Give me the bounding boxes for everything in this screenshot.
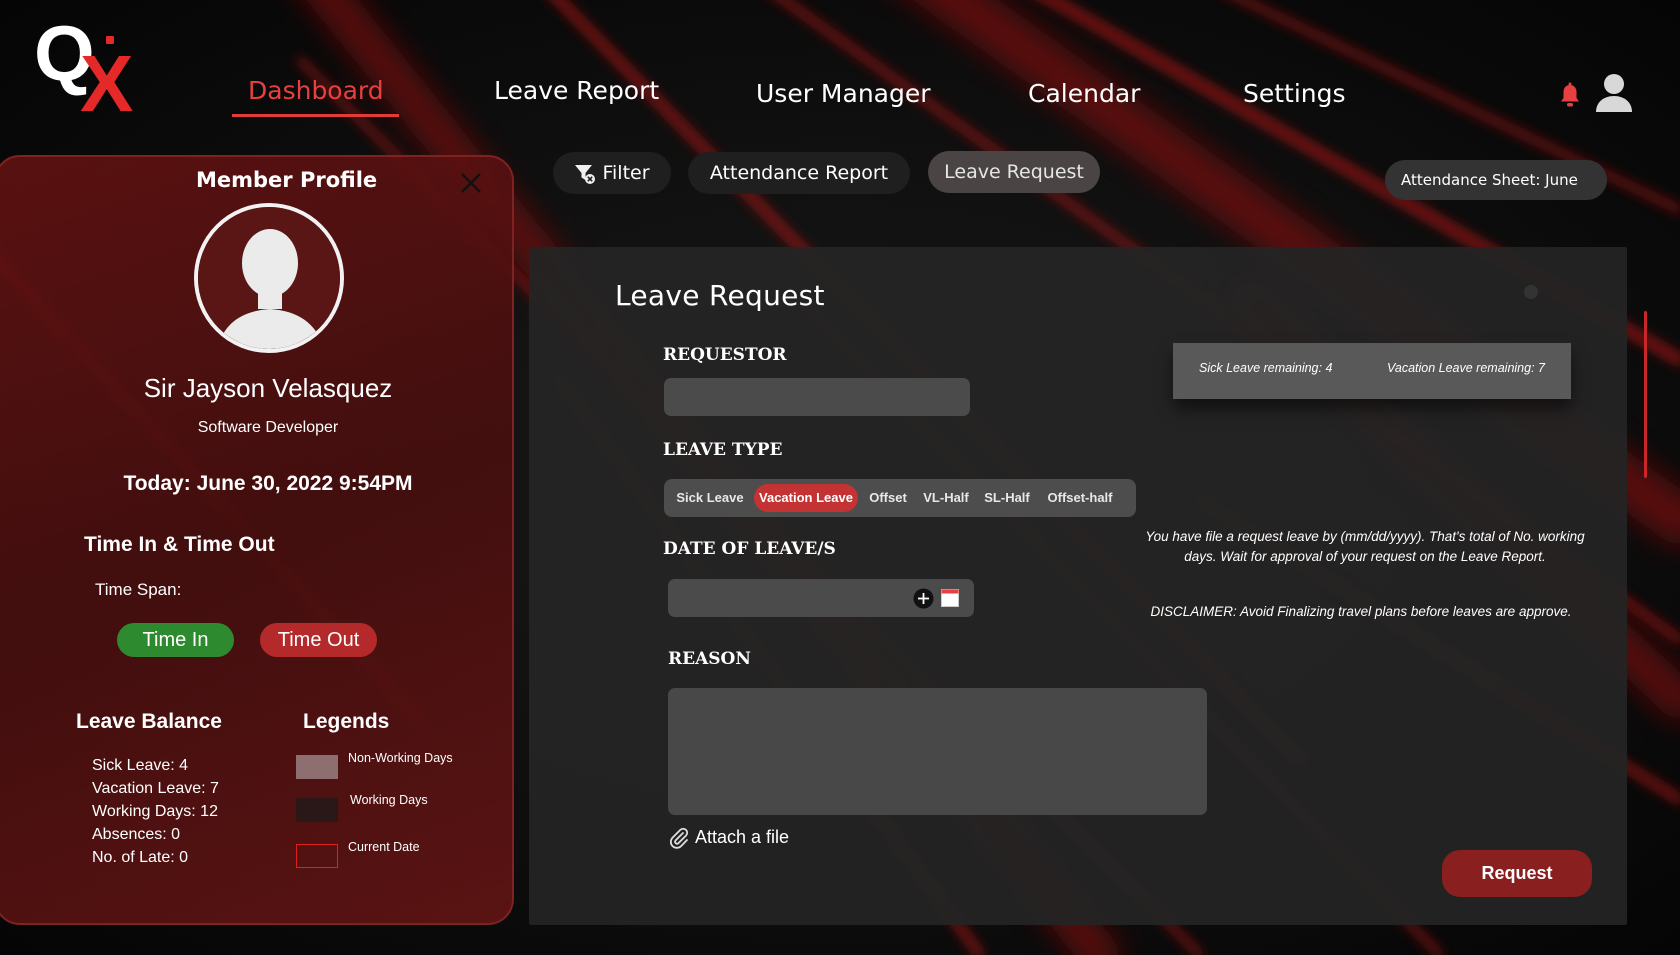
user-silhouette-icon xyxy=(198,207,340,349)
sick-remaining-text: Sick Leave remaining: 4 xyxy=(1199,361,1333,375)
leave-type-sick-leave[interactable]: Sick Leave xyxy=(672,484,748,512)
leave-remaining-box: Sick Leave remaining: 4 Vacation Leave r… xyxy=(1173,343,1571,399)
legend-non-working-days: Non-Working Days xyxy=(296,751,512,785)
logo-dot xyxy=(106,36,114,44)
legends-title: Legends xyxy=(303,710,390,733)
ghost-circle xyxy=(1524,285,1538,299)
filter-icon xyxy=(575,164,596,184)
leave-request-card: Leave Request REQUESTOR Sick Leave remai… xyxy=(529,247,1627,925)
nav-calendar[interactable]: Calendar xyxy=(1028,79,1140,108)
filter-label: Filter xyxy=(602,162,650,184)
requestor-input[interactable] xyxy=(664,378,970,416)
leave-type-selector: Sick Leave Vacation Leave Offset VL-Half… xyxy=(664,479,1136,517)
profile-title: Member Profile xyxy=(196,168,378,192)
nav-leave-report[interactable]: Leave Report xyxy=(494,76,659,105)
request-info-text: You have file a request leave by (mm/dd/… xyxy=(1145,529,1585,564)
leave-balance-item: No. of Late: 0 xyxy=(92,849,189,866)
member-profile-panel: Member Profile Sir Jayson Velasquez Soft… xyxy=(0,155,514,925)
request-button[interactable]: Request xyxy=(1442,850,1592,897)
legend-current-date: Current Date xyxy=(296,840,512,874)
time-in-button[interactable]: Time In xyxy=(117,623,234,657)
leave-type-offset[interactable]: Offset xyxy=(864,484,912,512)
vacation-remaining-text: Vacation Leave remaining: 7 xyxy=(1387,361,1545,375)
date-of-leave-input[interactable] xyxy=(668,579,974,617)
main-nav: Dashboard Leave Report User Manager Cale… xyxy=(0,72,1680,122)
nav-dashboard[interactable]: Dashboard xyxy=(248,76,384,105)
date-of-leave-label: DATE OF LEAVE/S xyxy=(663,539,836,559)
profile-avatar xyxy=(194,203,344,353)
leave-type-vl-half[interactable]: VL-Half xyxy=(918,484,974,512)
disclaimer-text: DISCLAIMER: Avoid Finalizing travel plan… xyxy=(1150,604,1572,619)
nav-settings[interactable]: Settings xyxy=(1243,79,1346,108)
attendance-sheet-select[interactable]: Attendance Sheet: June xyxy=(1385,160,1607,200)
profile-role: Software Developer xyxy=(197,419,339,436)
leave-balance-item: Sick Leave: 4 xyxy=(92,757,189,774)
app-root: Q X Dashboard Leave Report User Manager … xyxy=(0,0,1680,955)
legend-swatch xyxy=(296,755,338,779)
close-icon[interactable] xyxy=(458,170,484,196)
scrollbar[interactable] xyxy=(1644,311,1647,478)
form-title: Leave Request xyxy=(615,279,825,312)
filter-button[interactable]: Filter xyxy=(553,152,671,194)
nav-active-underline xyxy=(232,114,399,117)
requestor-label: REQUESTOR xyxy=(663,345,787,365)
legend-label: Non-Working Days xyxy=(348,751,453,765)
leave-balance-title: Leave Balance xyxy=(76,710,222,733)
leave-type-offset-half[interactable]: Offset-half xyxy=(1040,484,1120,512)
paperclip-icon xyxy=(670,828,689,849)
legend-label: Working Days xyxy=(350,793,428,807)
attach-file-label: Attach a file xyxy=(695,827,790,847)
legend-swatch xyxy=(296,798,338,822)
bell-icon[interactable] xyxy=(1558,82,1582,110)
legend-working-days: Working Days xyxy=(296,793,512,827)
profile-today: Today: June 30, 2022 9:54PM xyxy=(123,472,413,495)
leave-balance-item: Working Days: 12 xyxy=(92,803,218,820)
time-out-button[interactable]: Time Out xyxy=(260,623,377,657)
nav-user-manager[interactable]: User Manager xyxy=(756,79,931,108)
reason-textarea[interactable] xyxy=(668,688,1207,815)
reason-label: REASON xyxy=(668,649,751,669)
leave-type-label: LEAVE TYPE xyxy=(663,440,783,460)
leave-balance-item: Vacation Leave: 7 xyxy=(92,780,219,797)
legend-label: Current Date xyxy=(348,840,420,854)
leave-balance-list: Sick Leave: 4 Vacation Leave: 7 Working … xyxy=(92,754,219,869)
leave-type-vacation-leave[interactable]: Vacation Leave xyxy=(754,484,858,512)
calendar-icon[interactable] xyxy=(941,589,959,607)
legend-swatch xyxy=(296,844,338,868)
time-span-label: Time Span: xyxy=(95,580,182,599)
time-in-out-title: Time In & Time Out xyxy=(84,533,275,556)
attach-file-link[interactable]: Attach a file xyxy=(669,827,789,849)
tab-leave-request[interactable]: Leave Request xyxy=(928,151,1100,193)
tab-attendance-report[interactable]: Attendance Report xyxy=(688,152,910,194)
leave-type-sl-half[interactable]: SL-Half xyxy=(980,484,1034,512)
leave-balance-item: Absences: 0 xyxy=(92,826,181,843)
add-date-icon[interactable] xyxy=(913,588,934,609)
profile-name: Sir Jayson Velasquez xyxy=(143,373,393,403)
user-icon[interactable] xyxy=(1594,72,1634,114)
